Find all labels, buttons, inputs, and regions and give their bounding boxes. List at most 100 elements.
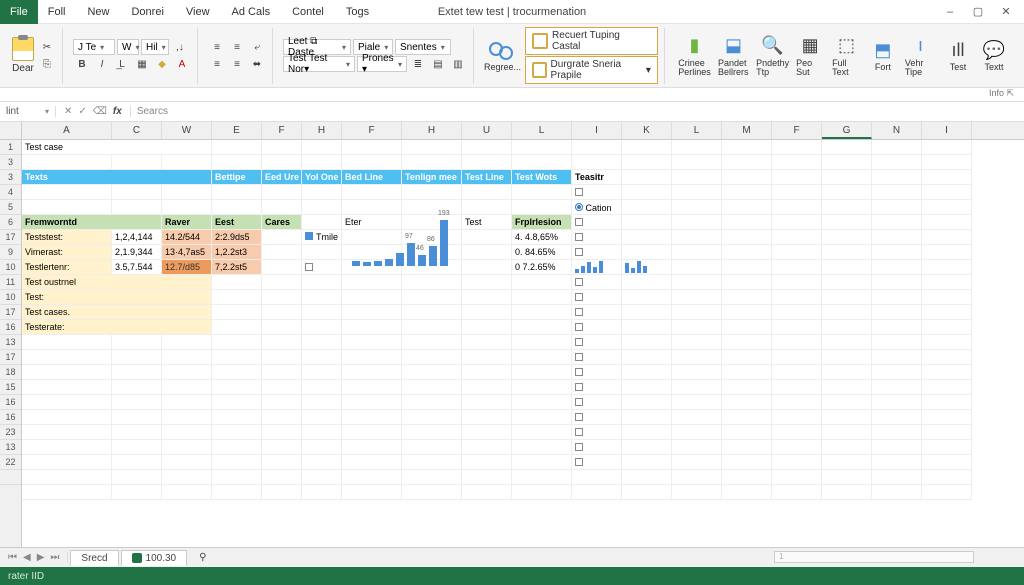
row-2[interactable]: 3 xyxy=(0,170,21,185)
cancel-icon[interactable]: ✕ xyxy=(64,106,72,117)
row-16[interactable]: 15 xyxy=(0,380,21,395)
col-W[interactable]: W xyxy=(162,122,212,139)
row-22[interactable] xyxy=(0,470,21,485)
back-icon[interactable]: ⌫ xyxy=(93,106,107,117)
testnor-combo[interactable]: Test Test Nor▾ xyxy=(283,56,355,72)
info-link[interactable]: Info ⇱ xyxy=(989,88,1014,98)
row-15[interactable]: 18 xyxy=(0,365,21,380)
row-9[interactable]: 11 xyxy=(0,275,21,290)
font-name-combo[interactable]: J Te xyxy=(73,39,115,55)
fontcolor-icon[interactable]: A xyxy=(173,56,191,72)
row-20[interactable]: 13 xyxy=(0,440,21,455)
fill-icon[interactable]: ◆ xyxy=(153,56,171,72)
tab-donrei[interactable]: Donrei xyxy=(121,2,173,22)
maximize-button[interactable]: ▢ xyxy=(966,3,990,21)
ribbon-tool-7[interactable]: ıllTest xyxy=(940,33,976,79)
sheet-tab-2[interactable]: 100.30 xyxy=(121,550,188,566)
fx-icon[interactable]: fx xyxy=(113,106,122,117)
row-14[interactable]: 17 xyxy=(0,350,21,365)
ribbon-tool-8[interactable]: 💬Textt xyxy=(976,33,1012,79)
row-7[interactable]: 9 xyxy=(0,245,21,260)
col-G[interactable]: G xyxy=(822,122,872,139)
row-18[interactable]: 16 xyxy=(0,410,21,425)
col-U[interactable]: U xyxy=(462,122,512,139)
align-top-icon[interactable]: ≡ xyxy=(208,39,226,55)
align-center-icon[interactable]: ≡ xyxy=(228,56,246,72)
row-12[interactable]: 16 xyxy=(0,320,21,335)
row-1[interactable]: 3 xyxy=(0,155,21,170)
recuert-button[interactable]: Recuert Tuping Castal xyxy=(525,27,658,55)
col-F[interactable]: F xyxy=(262,122,302,139)
col-H[interactable]: H xyxy=(302,122,342,139)
col-E[interactable]: E xyxy=(212,122,262,139)
ribbon-tool-5[interactable]: ⬒Fort xyxy=(865,33,901,79)
tab-view[interactable]: View xyxy=(176,2,220,22)
bold-icon[interactable]: B xyxy=(73,56,91,72)
ribbon-tool-1[interactable]: ⬓Pandet Bellrers xyxy=(714,33,753,79)
align-mid-icon[interactable]: ≡ xyxy=(228,39,246,55)
ribbon-tool-2[interactable]: 🔍Pndethy Ttp xyxy=(753,33,792,79)
underline-icon[interactable]: ̲L xyxy=(113,56,131,72)
row-4[interactable]: 5 xyxy=(0,200,21,215)
cells[interactable]: Test caseTextsBettipeEed UreYol OneBed L… xyxy=(22,140,1024,547)
hi-combo[interactable]: Hil xyxy=(141,39,169,55)
ribbon-tool-4[interactable]: ⬚Full Text xyxy=(828,33,865,79)
file-tab[interactable]: File xyxy=(0,0,38,24)
merge-icon[interactable]: ⬌ xyxy=(248,56,266,72)
col-M[interactable]: M xyxy=(722,122,772,139)
nav-prev-icon[interactable]: ◀ xyxy=(21,552,33,563)
row-6[interactable]: 17 xyxy=(0,230,21,245)
snentes-combo[interactable]: Snentes xyxy=(395,39,451,55)
font-style-combo[interactable]: W xyxy=(117,39,139,55)
row-19[interactable]: 23 xyxy=(0,425,21,440)
copy-icon[interactable]: ⎘ xyxy=(38,56,56,72)
col-A[interactable]: A xyxy=(22,122,112,139)
row-3[interactable]: 4 xyxy=(0,185,21,200)
ribbon-tool-0[interactable]: ▮Crinee Perlines xyxy=(675,33,714,79)
col-K[interactable]: K xyxy=(622,122,672,139)
col-C[interactable]: C xyxy=(112,122,162,139)
nav-first-icon[interactable]: ⏮ xyxy=(6,552,19,563)
select-all-corner[interactable] xyxy=(0,122,22,140)
row-11[interactable]: 17 xyxy=(0,305,21,320)
row-17[interactable]: 16 xyxy=(0,395,21,410)
col-I[interactable]: I xyxy=(572,122,622,139)
col-H[interactable]: H xyxy=(402,122,462,139)
sheet-tab-add[interactable]: ⚲ xyxy=(189,550,216,565)
minimize-button[interactable]: – xyxy=(938,3,962,21)
ribbon-tool-6[interactable]: ıVehr Tipe xyxy=(901,33,940,79)
col-N[interactable]: N xyxy=(872,122,922,139)
paste-button[interactable]: Dear xyxy=(12,37,34,74)
wrap-icon[interactable]: ⤶ xyxy=(248,39,266,55)
row-5[interactable]: 6 xyxy=(0,215,21,230)
durgrate-button[interactable]: Durgrate Sneria Prapile ▾ xyxy=(525,56,658,84)
row-13[interactable]: 13 xyxy=(0,335,21,350)
decrease-icon[interactable]: ,↓ xyxy=(171,39,189,55)
col-L[interactable]: L xyxy=(512,122,572,139)
fmt2-icon[interactable]: ▤ xyxy=(429,56,447,72)
border-icon[interactable]: ▦ xyxy=(133,56,151,72)
row-21[interactable]: 22 xyxy=(0,455,21,470)
tab-foll[interactable]: Foll xyxy=(38,2,76,22)
col-F[interactable]: F xyxy=(772,122,822,139)
fmt1-icon[interactable]: ≣ xyxy=(409,56,427,72)
check-icon[interactable]: ✓ xyxy=(78,106,86,117)
regrow-button[interactable]: Regree... xyxy=(484,40,521,72)
name-box[interactable]: lint▾ xyxy=(0,106,56,117)
prones-combo[interactable]: Prones ▾ xyxy=(357,56,407,72)
row-10[interactable]: 10 xyxy=(0,290,21,305)
row-8[interactable]: 10 xyxy=(0,260,21,275)
tab-adcals[interactable]: Ad Cals xyxy=(222,2,281,22)
col-I[interactable]: I xyxy=(922,122,972,139)
tab-new[interactable]: New xyxy=(77,2,119,22)
ribbon-tool-3[interactable]: ▦Peo Sut xyxy=(792,33,828,79)
cut-icon[interactable]: ✂ xyxy=(38,39,56,55)
tab-contel[interactable]: Contel xyxy=(282,2,334,22)
align-left-icon[interactable]: ≡ xyxy=(208,56,226,72)
row-0[interactable]: 1 xyxy=(0,140,21,155)
sheet-tab-1[interactable]: Srecd xyxy=(70,550,118,566)
tab-togs[interactable]: Togs xyxy=(336,2,379,22)
fmt3-icon[interactable]: ▥ xyxy=(449,56,467,72)
nav-last-icon[interactable]: ⏭ xyxy=(48,552,61,563)
col-L[interactable]: L xyxy=(672,122,722,139)
